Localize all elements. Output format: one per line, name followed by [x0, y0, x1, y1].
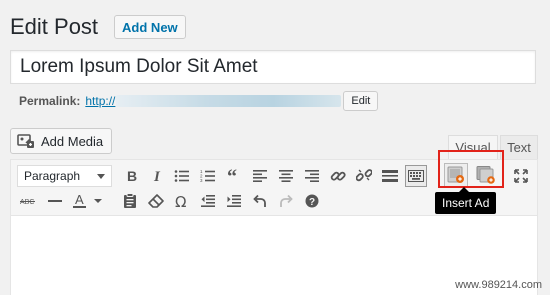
tab-text[interactable]: Text	[500, 135, 538, 159]
keyboard-icon	[408, 170, 424, 182]
bold-icon: B	[127, 169, 137, 183]
page-heading: Edit Post Add New	[10, 14, 186, 40]
add-new-button[interactable]: Add New	[114, 15, 186, 39]
toolbar-toggle-button[interactable]	[405, 165, 427, 187]
permalink-row: Permalink: http:// Edit	[19, 90, 379, 112]
special-character-button[interactable]: Ω	[171, 190, 193, 212]
redo-button[interactable]	[275, 190, 297, 212]
chevron-down-icon	[97, 174, 105, 179]
eraser-icon	[148, 194, 164, 208]
read-more-button[interactable]	[379, 165, 401, 187]
italic-button[interactable]: I	[146, 165, 168, 187]
strikethrough-button[interactable]: ABC	[17, 190, 39, 212]
clear-formatting-button[interactable]	[145, 190, 167, 212]
svg-text:I: I	[153, 169, 161, 183]
watermark-text: www.989214.com	[455, 279, 542, 291]
align-right-button[interactable]	[301, 165, 323, 187]
omega-icon: Ω	[175, 194, 186, 208]
numbered-list-button[interactable]: 1 2 3	[197, 165, 219, 187]
permalink-label: Permalink:	[19, 94, 81, 108]
align-left-button[interactable]	[249, 165, 271, 187]
post-editor: Paragraph B I 1 2 3 “ ABC A Ω ? Insert A…	[10, 150, 538, 295]
media-icon	[17, 133, 35, 149]
permalink-redacted-slug	[116, 95, 342, 107]
undo-icon	[253, 194, 266, 207]
outdent-icon	[201, 195, 215, 207]
italic-icon: I	[153, 169, 161, 183]
paste-as-text-button[interactable]	[119, 190, 141, 212]
format-select[interactable]: Paragraph	[17, 165, 112, 187]
redo-icon	[280, 194, 293, 207]
undo-button[interactable]	[249, 190, 271, 212]
remove-link-button[interactable]	[353, 165, 375, 187]
align-center-icon	[279, 170, 293, 182]
indent-icon	[227, 195, 241, 207]
help-icon: ?	[305, 194, 319, 208]
blockquote-icon: “	[227, 169, 237, 183]
text-color-button[interactable]: A	[71, 190, 105, 212]
svg-text:ABC: ABC	[20, 199, 34, 206]
bulleted-list-icon	[174, 170, 189, 182]
permalink-edit-button[interactable]: Edit	[343, 91, 379, 111]
strikethrough-icon: ABC	[20, 199, 35, 206]
svg-text:B: B	[127, 169, 137, 183]
read-more-icon	[382, 170, 398, 182]
svg-text:Ω: Ω	[175, 194, 186, 208]
fullscreen-icon	[514, 169, 528, 183]
link-icon	[330, 171, 346, 181]
permalink-link[interactable]: http://	[85, 94, 115, 108]
horizontal-line-button[interactable]	[44, 190, 66, 212]
distraction-free-button[interactable]	[510, 165, 532, 187]
bold-button[interactable]: B	[121, 165, 143, 187]
insert-ad-highlight	[438, 150, 504, 188]
insert-link-button[interactable]	[327, 165, 349, 187]
align-left-icon	[253, 170, 267, 182]
horizontal-line-icon	[48, 200, 62, 202]
post-title-input[interactable]	[10, 50, 536, 84]
svg-text:3: 3	[200, 178, 203, 183]
align-right-icon	[305, 170, 319, 182]
keyboard-shortcuts-button[interactable]: ?	[301, 190, 323, 212]
format-select-value: Paragraph	[24, 169, 81, 183]
svg-text:?: ?	[309, 197, 315, 208]
bulleted-list-button[interactable]	[171, 165, 193, 187]
decrease-indent-button[interactable]	[197, 190, 219, 212]
insert-ad-tooltip: Insert Ad	[435, 187, 497, 214]
unlink-icon	[356, 169, 372, 182]
blockquote-button[interactable]: “	[223, 165, 245, 187]
clipboard-icon	[124, 193, 136, 208]
add-media-button[interactable]: Add Media	[10, 128, 113, 154]
align-center-button[interactable]	[275, 165, 297, 187]
svg-text:“: “	[227, 169, 237, 183]
numbered-list-icon: 1 2 3	[200, 169, 215, 183]
svg-text:A: A	[75, 193, 84, 207]
editor-toolbar: Paragraph B I 1 2 3 “ ABC A Ω ? Insert A…	[11, 150, 537, 216]
add-media-label: Add Media	[41, 133, 104, 149]
page-title: Edit Post	[10, 14, 99, 39]
text-color-icon: A	[73, 193, 102, 208]
increase-indent-button[interactable]	[223, 190, 245, 212]
